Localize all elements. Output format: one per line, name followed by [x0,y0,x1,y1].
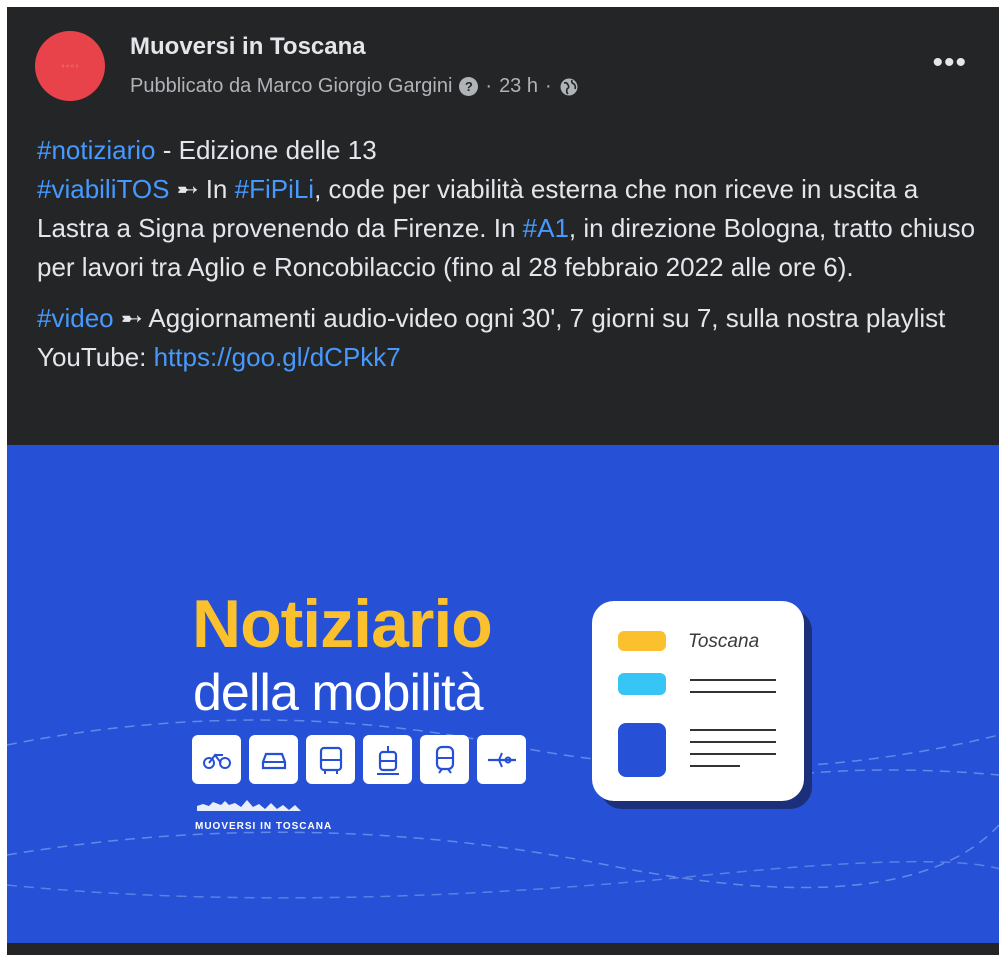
skyline-icon [197,800,301,811]
playlist-link[interactable]: https://goo.gl/dCPkk7 [154,342,401,372]
meta-separator-2: · [545,75,552,97]
edition-text: - Edizione delle 13 [155,135,377,165]
post-image[interactable]: Notiziario della mobilità MUOVERSI IN TO… [7,445,999,943]
banner-subtitle: della mobilità [193,664,483,722]
text-line [690,765,740,767]
hashtag-fipili[interactable]: #FiPiLi [235,174,314,204]
meta-separator: · [485,75,493,97]
hashtag-notiziario[interactable]: #notiziario [37,135,156,165]
banner-title: Notiziario [192,586,493,662]
globe-icon[interactable] [559,77,579,97]
train-icon [420,735,469,784]
page-name-link[interactable]: Muoversi in Toscana [130,33,366,61]
logo-caption: MUOVERSI IN TOSCANA [195,821,333,832]
card-label: Toscana [688,631,760,652]
bicycle-icon [192,735,241,784]
plane-icon [477,735,526,784]
text-line [690,753,776,755]
published-by: Pubblicato da Marco Giorgio Gargini [130,75,453,97]
hashtag-viabilitos[interactable]: #viabiliTOS [37,174,169,204]
muoversi-logo: MUOVERSI IN TOSCANA [195,797,335,832]
facebook-post: ◦◦◦◦ Muoversi in Toscana Pubblicato da M… [7,7,999,955]
hashtag-video[interactable]: #video [37,303,114,333]
car-icon [249,735,298,784]
time-ago-link[interactable]: 23 h [499,75,538,98]
more-options-button[interactable]: ••• [932,48,967,78]
text-segment: ➸ In [169,174,235,204]
news-card-illustration: Toscana [592,601,804,801]
question-icon[interactable]: ? [459,77,479,96]
text-line [690,691,776,693]
bus-icon [306,735,355,784]
yellow-pill [618,631,666,651]
post-header: ◦◦◦◦ Muoversi in Toscana Pubblicato da M… [7,7,999,125]
cyan-pill [618,673,666,695]
decorative-waves [7,719,999,915]
text-line [690,741,776,743]
text-line [690,729,776,731]
post-paragraph-1: #notiziario - Edizione delle 13 #viabiliT… [37,131,977,287]
blue-block [618,723,666,777]
page-avatar[interactable]: ◦◦◦◦ [35,31,105,101]
post-text: #notiziario - Edizione delle 13 #viabiliT… [37,131,977,389]
hashtag-a1[interactable]: #A1 [523,213,569,243]
post-meta: Pubblicato da Marco Giorgio Gargini ? · … [130,75,579,98]
text-line [690,679,776,681]
avatar-logo-icon: ◦◦◦◦ [60,61,80,71]
transport-modes [192,735,526,784]
tram-icon [363,735,412,784]
post-paragraph-2: #video ➸ Aggiornamenti audio-video ogni … [37,299,977,377]
